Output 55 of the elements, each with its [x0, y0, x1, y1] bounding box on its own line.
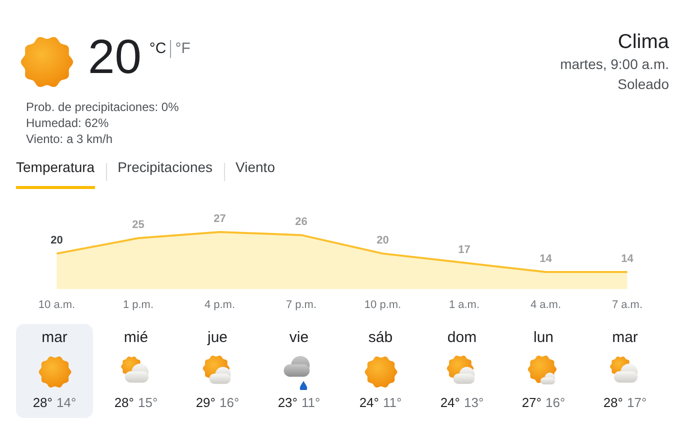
day-name: dom: [447, 328, 477, 348]
day-name: jue: [207, 328, 228, 348]
low-temperature: 15°: [138, 394, 158, 412]
weather-detail: Prob. de precipitaciones: 0%: [26, 99, 180, 115]
widget-title: Clima: [618, 30, 669, 54]
high-temperature: 24°: [359, 394, 379, 412]
chart-tab[interactable]: Precipitaciones: [118, 155, 213, 189]
time-label: 1 p.m.: [122, 298, 155, 313]
low-temperature: 11°: [382, 394, 402, 412]
low-temperature: 13°: [464, 394, 484, 412]
day-name: sáb: [368, 328, 393, 348]
current-temperature: 20: [88, 30, 142, 86]
day-forecast[interactable]: mar 28° 14°: [16, 324, 93, 418]
low-temperature: 11°: [301, 394, 320, 412]
temperature-label: 20: [376, 234, 389, 247]
low-temperature: 16°: [546, 394, 566, 412]
day-name: mié: [124, 328, 148, 348]
time-label: 4 a.m.: [529, 298, 562, 313]
unit-toggle[interactable]: °C: [149, 38, 166, 60]
high-temperature: 28°: [32, 394, 52, 412]
temperature-label: 26: [295, 216, 308, 228]
time-label: 4 p.m.: [203, 298, 236, 313]
day-name: lun: [533, 328, 554, 348]
high-temperature: 28°: [114, 394, 134, 412]
temperature-label: 17: [458, 244, 470, 256]
unit-toggle[interactable]: °F: [175, 38, 190, 60]
high-temperature: 27°: [522, 394, 542, 412]
time-label: 10 a.m.: [37, 298, 76, 313]
weather-condition: Soleado: [618, 75, 669, 94]
temperature-label: 25: [132, 219, 144, 232]
day-name: vie: [289, 328, 309, 348]
temperature-label: 14: [540, 253, 552, 266]
temperature-label: 20: [50, 234, 63, 247]
time-label: 10 p.m.: [363, 298, 402, 313]
low-temperature: 14°: [56, 394, 76, 412]
weather-detail: Viento: a 3 km/h: [26, 131, 114, 147]
day-name: mar: [42, 328, 68, 348]
chart-tab[interactable]: Viento: [236, 155, 275, 189]
low-temperature: 17°: [627, 394, 647, 412]
day-name: mar: [612, 328, 638, 348]
temperature-label: 14: [621, 253, 634, 266]
date-time: martes, 9:00 a.m.: [560, 55, 669, 74]
low-temperature: 16°: [220, 394, 240, 412]
temperature-label: 27: [214, 213, 226, 225]
time-label: 1 a.m.: [448, 298, 481, 313]
weather-detail: Humedad: 62%: [26, 115, 110, 131]
high-temperature: 23°: [278, 394, 298, 412]
high-temperature: 29°: [196, 394, 216, 412]
sun-icon: [36, 354, 72, 390]
sun-icon: [362, 354, 398, 390]
high-temperature: 24°: [440, 394, 460, 412]
high-temperature: 28°: [603, 394, 623, 412]
time-label: 7 p.m.: [284, 298, 318, 313]
chart-tab[interactable]: Temperatura: [16, 155, 95, 189]
time-label: 7 a.m.: [610, 298, 644, 313]
